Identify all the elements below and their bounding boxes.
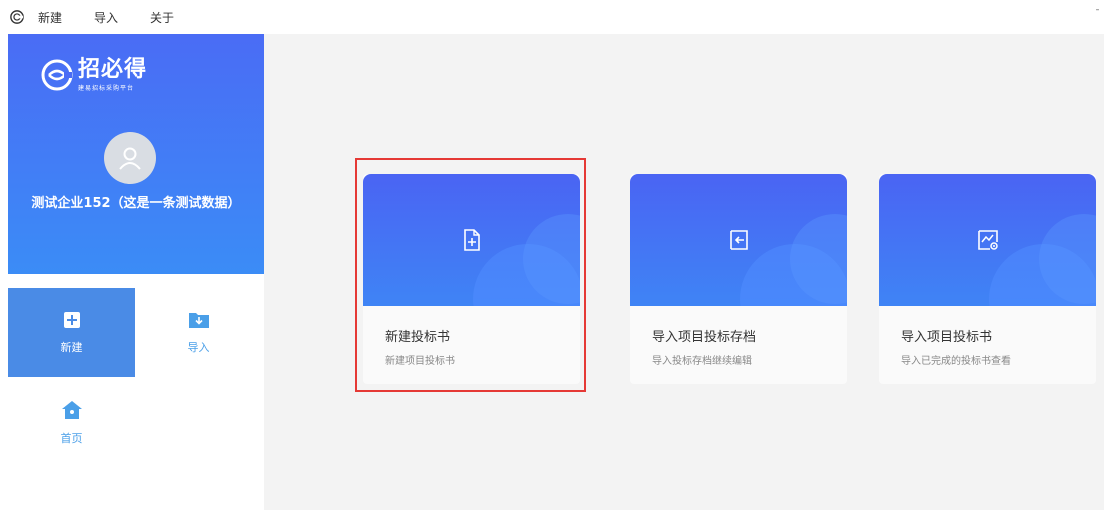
menu-new[interactable]: 新建 <box>36 7 64 28</box>
card-new-bid[interactable]: 新建投标书 新建项目投标书 <box>363 174 580 384</box>
menu-about[interactable]: 关于 <box>148 7 176 28</box>
sidebar-item-label: 新建 <box>60 340 83 354</box>
avatar[interactable] <box>104 132 156 184</box>
card-banner <box>879 174 1096 306</box>
plus-icon <box>63 311 80 328</box>
brand-subtitle: 建易招标采购平台 <box>78 84 135 92</box>
sidebar-item-home[interactable]: 首页 <box>8 378 135 467</box>
user-icon <box>119 147 141 170</box>
card-import-bid[interactable]: 导入项目投标书 导入已完成的投标书查看 <box>879 174 1096 384</box>
card-subtitle: 导入已完成的投标书查看 <box>901 356 1011 367</box>
sidebar: 招必得 建易招标采购平台 测试企业152（这是一条测试数据） 新建 导入 首页 <box>0 34 264 510</box>
card-import-archive[interactable]: 导入项目投标存档 导入投标存档继续编辑 <box>630 174 847 384</box>
card-banner <box>363 174 580 306</box>
brand-name: 招必得 <box>78 56 148 82</box>
sidebar-item-label: 首页 <box>60 431 83 445</box>
menubar: 新建 导入 关于 ˉ <box>0 0 1104 34</box>
brand-logo: 招必得 建易招标采购平台 <box>40 58 147 92</box>
sidebar-item-label: 导入 <box>187 340 210 354</box>
new-file-icon <box>463 229 480 251</box>
brand-mark-icon <box>41 59 73 91</box>
card-title: 导入项目投标书 <box>901 330 993 345</box>
folder-download-icon <box>188 312 209 328</box>
card-title: 新建投标书 <box>385 330 451 345</box>
image-view-icon <box>977 230 998 250</box>
main-content: 新建投标书 新建项目投标书 导入项目投标存档 导入投标存档继续编辑 导入项目投标… <box>264 34 1104 510</box>
sidebar-item-new[interactable]: 新建 <box>8 288 135 377</box>
home-icon <box>61 400 82 419</box>
window-minimize-icon[interactable]: ˉ <box>1095 9 1100 20</box>
menu-import[interactable]: 导入 <box>92 7 120 28</box>
card-subtitle: 新建项目投标书 <box>385 356 455 367</box>
card-banner <box>630 174 847 306</box>
sidebar-item-import[interactable]: 导入 <box>135 288 262 377</box>
import-arrow-icon <box>729 230 748 250</box>
card-subtitle: 导入投标存档继续编辑 <box>652 356 752 367</box>
company-name: 测试企业152（这是一条测试数据） <box>31 196 241 211</box>
card-title: 导入项目投标存档 <box>652 330 757 345</box>
sidebar-header: 招必得 建易招标采购平台 测试企业152（这是一条测试数据） <box>8 34 264 274</box>
app-logo-icon <box>10 10 24 24</box>
